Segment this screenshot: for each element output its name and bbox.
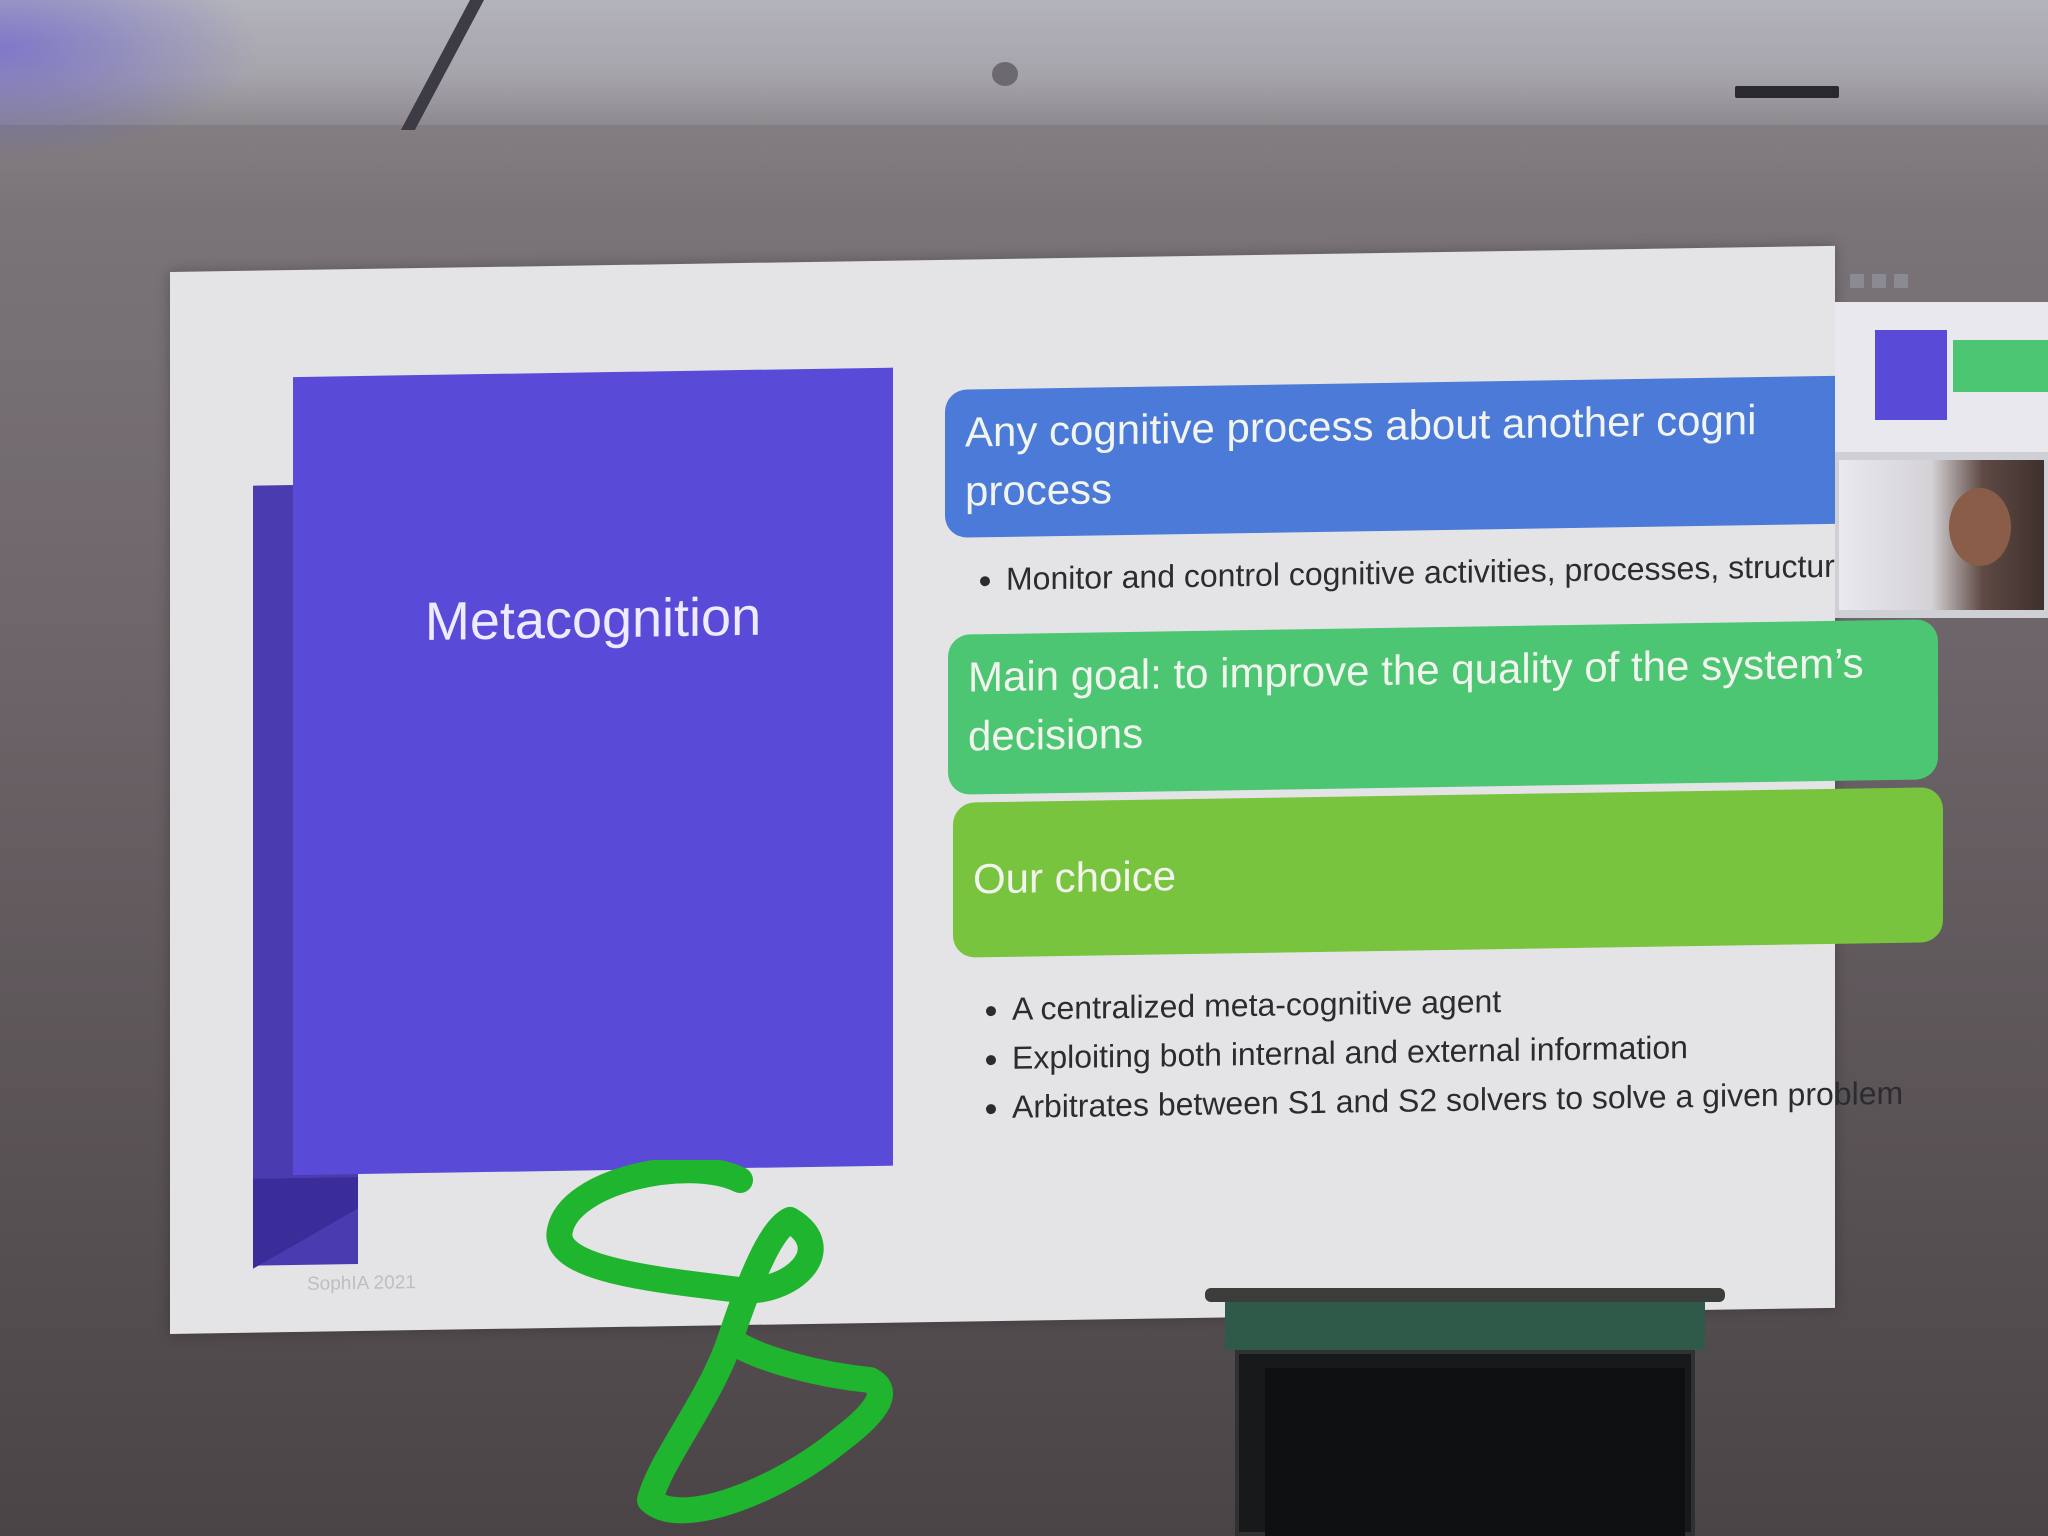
speaker-video [1839, 460, 2044, 610]
ceiling-light-glow [0, 0, 260, 160]
thumbnail-title-panel [1875, 330, 1947, 420]
thumbnail-green-box [1953, 340, 2048, 392]
minimize-icon [1850, 274, 1864, 288]
lectern [1205, 1288, 1725, 1536]
bullet-item: Monitor and control cognitive activities… [1006, 543, 1886, 602]
lectern-top [1225, 1302, 1705, 1350]
definition-bullets: Monitor and control cognitive activities… [960, 543, 1886, 602]
choice-bullets: A centralized meta-cognitive agent Explo… [966, 972, 1952, 1134]
definition-box: Any cognitive process about another cogn… [945, 375, 1865, 538]
scribble-annotation [546, 1160, 893, 1524]
close-icon [1894, 274, 1908, 288]
ceiling [0, 0, 2048, 125]
speaker-avatar [1949, 488, 2011, 566]
ceiling-sprinkler [992, 62, 1018, 86]
lectern-rail [1205, 1288, 1725, 1302]
restore-icon [1872, 274, 1886, 288]
projection-screen: Metacognition Any cognitive process abou… [170, 245, 1943, 1334]
lectern-equipment [1265, 1368, 1685, 1536]
title-panel: Metacognition [293, 367, 893, 1176]
shared-slide-thumbnail [1835, 302, 2048, 452]
window-controls [1850, 274, 1940, 288]
bullet-item: Arbitrates between S1 and S2 solvers to … [1012, 1070, 1952, 1130]
scribble-stroke [546, 1160, 893, 1524]
slide-footer: SophIA 2021 [307, 1272, 416, 1295]
choice-box: Our choice [953, 787, 1943, 958]
exit-sign [1735, 86, 1839, 98]
video-call-overlay [1835, 302, 2048, 618]
goal-box: Main goal: to improve the quality of the… [948, 619, 1938, 795]
slide-title: Metacognition [424, 586, 762, 652]
